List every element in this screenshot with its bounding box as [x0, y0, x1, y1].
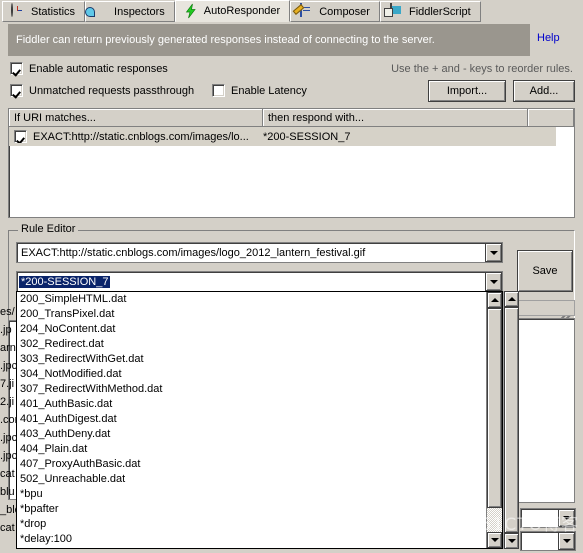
dropdown-item[interactable]: 303_RedirectWithGet.dat	[17, 352, 486, 367]
dropdown-item[interactable]: *bpu	[17, 487, 486, 502]
tab-fiddlerscript-label: FiddlerScript	[408, 5, 471, 18]
dropdown-item[interactable]: 407_ProxyAuthBasic.dat	[17, 457, 486, 472]
background-text-fragment: arn	[0, 342, 16, 354]
scrollbar-track[interactable]	[504, 307, 519, 533]
clock-icon	[10, 2, 26, 20]
rule-row-match-text: EXACT:http://static.cnblogs.com/images/l…	[33, 130, 249, 143]
dropdown-item[interactable]: 304_NotModified.dat	[17, 367, 486, 382]
save-button[interactable]: Save	[517, 250, 573, 292]
inspectors-icon	[93, 4, 109, 20]
tab-autoresponder-label: AutoResponder	[203, 5, 281, 17]
chevron-down-icon[interactable]	[485, 243, 502, 262]
background-text-fragment: _blc	[0, 504, 16, 516]
dropdown-item[interactable]: 204_NoContent.dat	[17, 322, 486, 337]
dropdown-item[interactable]: 200_SimpleHTML.dat	[17, 292, 486, 307]
rule-respond-value: *200-SESSION_7	[17, 274, 112, 289]
dropdown-item[interactable]: *bpafter	[17, 502, 486, 517]
table-row[interactable]: EXACT:http://static.cnblogs.com/images/l…	[9, 127, 556, 146]
scroll-up-icon[interactable]	[504, 291, 519, 307]
unmatched-requests-passthrough-row[interactable]: Unmatched requests passthrough	[10, 84, 194, 97]
background-text-fragment: .jpc	[0, 432, 16, 444]
dropdown-item[interactable]: *delay:100	[17, 532, 486, 547]
dropdown-item[interactable]: 307_RedirectWithMethod.dat	[17, 382, 486, 397]
tab-fiddlerscript[interactable]: FiddlerScript	[379, 1, 481, 22]
rules-column-header-extra[interactable]	[528, 109, 574, 127]
background-text-fragment: cat	[0, 522, 15, 534]
enable-automatic-responses-checkbox[interactable]	[10, 62, 23, 75]
enable-automatic-responses-row[interactable]: Enable automatic responses	[10, 62, 168, 75]
background-text-fragment: .jp	[0, 324, 12, 336]
script-icon	[388, 2, 404, 20]
tab-autoresponder[interactable]: AutoResponder	[174, 0, 291, 22]
background-text-fragment: es/	[0, 306, 15, 318]
dropdown-item[interactable]: *redir:http://www.example.com	[17, 547, 486, 548]
respond-dropdown-scrollbar[interactable]	[486, 292, 502, 548]
background-text-fragment: 2.ji	[0, 396, 15, 408]
rules-column-header-respond[interactable]: then respond with...	[263, 109, 528, 127]
main-tab-strip: Statistics Inspectors AutoResponder Comp…	[0, 0, 583, 22]
rules-list[interactable]: If URI matches... then respond with... E…	[8, 108, 575, 218]
background-text-fragment: .jpc	[0, 450, 16, 462]
dropdown-item[interactable]: 200_TransPixel.dat	[17, 307, 486, 322]
dropdown-item[interactable]: 401_AuthBasic.dat	[17, 397, 486, 412]
unmatched-requests-passthrough-label: Unmatched requests passthrough	[29, 84, 195, 97]
rule-respond-combobox[interactable]: *200-SESSION_7	[16, 271, 503, 292]
enable-latency-label: Enable Latency	[231, 84, 307, 97]
help-link[interactable]: Help	[537, 32, 560, 44]
rule-enabled-checkbox[interactable]	[14, 130, 27, 143]
info-banner: Fiddler can return previously generated …	[8, 24, 530, 56]
respond-dropdown-scroll-track[interactable]	[487, 308, 502, 532]
rule-row-respond-cell: *200-SESSION_7	[263, 130, 351, 143]
rule-match-value: EXACT:http://static.cnblogs.com/images/l…	[21, 246, 366, 259]
background-text-fragment: blu	[0, 486, 15, 498]
background-right-pane	[514, 318, 575, 503]
scroll-down-icon[interactable]	[487, 532, 502, 548]
background-combobox-upper[interactable]	[520, 508, 576, 528]
rule-match-combobox[interactable]: EXACT:http://static.cnblogs.com/images/l…	[16, 242, 503, 263]
background-vertical-scrollbar[interactable]	[503, 291, 519, 549]
dropdown-item[interactable]: 404_Plain.dat	[17, 442, 486, 457]
autoresponder-window: Statistics Inspectors AutoResponder Comp…	[0, 0, 583, 553]
reorder-rules-hint: Use the + and - keys to reorder rules.	[391, 63, 573, 75]
respond-dropdown-scroll-thumb[interactable]	[487, 308, 502, 508]
rules-list-header: If URI matches... then respond with...	[9, 109, 574, 127]
rule-editor-group-label: Rule Editor	[18, 223, 79, 235]
background-strip	[514, 300, 575, 316]
info-banner-message: Fiddler can return previously generated …	[16, 34, 435, 46]
enable-automatic-responses-label: Enable automatic responses	[29, 62, 168, 75]
background-text-fragment: .con	[0, 414, 16, 426]
dropdown-item[interactable]: 302_Redirect.dat	[17, 337, 486, 352]
background-text-fragment: 7.ji	[0, 378, 15, 390]
rules-column-header-match[interactable]: If URI matches...	[9, 109, 263, 127]
scrollbar-thumb[interactable]	[504, 307, 519, 533]
tab-inspectors-label: Inspectors	[114, 5, 165, 18]
tab-statistics[interactable]: Statistics	[2, 1, 86, 22]
add-button[interactable]: Add...	[513, 80, 575, 102]
respond-dropdown-list[interactable]: 200_SimpleHTML.dat 200_TransPixel.dat 204_…	[16, 291, 503, 549]
background-text-fragment: cat	[0, 468, 15, 480]
scroll-up-icon[interactable]	[487, 292, 502, 308]
dropdown-item[interactable]: 502_Unreachable.dat	[17, 472, 486, 487]
chevron-down-icon[interactable]	[485, 272, 502, 291]
rule-row-match-cell: EXACT:http://static.cnblogs.com/images/l…	[14, 130, 263, 143]
composer-pencil-icon	[298, 2, 314, 20]
respond-dropdown-items[interactable]: 200_SimpleHTML.dat 200_TransPixel.dat 204_…	[17, 292, 486, 548]
enable-latency-checkbox[interactable]	[212, 84, 225, 97]
chevron-down-icon[interactable]	[558, 509, 575, 527]
tab-composer[interactable]: Composer	[290, 1, 380, 22]
background-text-fragment: .jpc	[0, 360, 16, 372]
tab-statistics-label: Statistics	[31, 5, 76, 18]
dropdown-item[interactable]: 403_AuthDeny.dat	[17, 427, 486, 442]
unmatched-requests-passthrough-checkbox[interactable]	[10, 84, 23, 97]
enable-latency-row[interactable]: Enable Latency	[212, 84, 307, 97]
dropdown-item[interactable]: 401_AuthDigest.dat	[17, 412, 486, 427]
scroll-down-icon[interactable]	[504, 533, 519, 549]
tab-composer-label: Composer	[319, 5, 370, 18]
chevron-down-icon[interactable]	[558, 532, 575, 550]
lightning-bolt-icon	[183, 3, 199, 19]
tab-inspectors[interactable]: Inspectors	[85, 1, 175, 22]
dropdown-item[interactable]: *drop	[17, 517, 486, 532]
import-button[interactable]: Import...	[428, 80, 506, 102]
background-combobox-lower[interactable]	[520, 531, 576, 551]
